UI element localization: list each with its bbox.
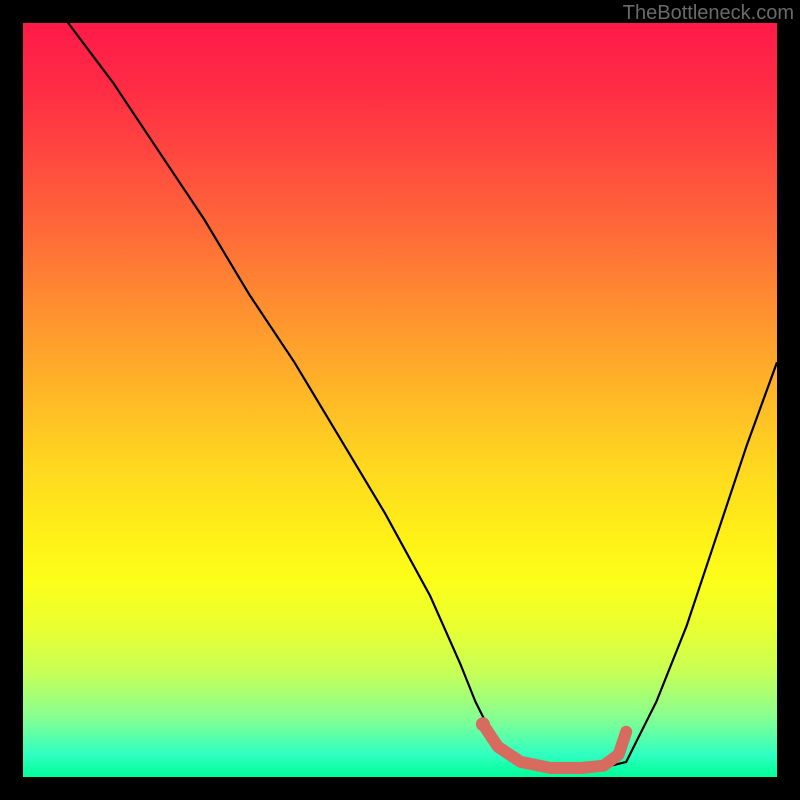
watermark-text: TheBottleneck.com xyxy=(623,2,794,25)
plot-area xyxy=(23,23,777,777)
curve-svg xyxy=(23,23,777,777)
bottleneck-curve xyxy=(23,23,777,769)
highlight-start-dot xyxy=(476,717,490,731)
chart-frame: TheBottleneck.com xyxy=(0,0,800,800)
highlight-segment xyxy=(483,724,626,768)
